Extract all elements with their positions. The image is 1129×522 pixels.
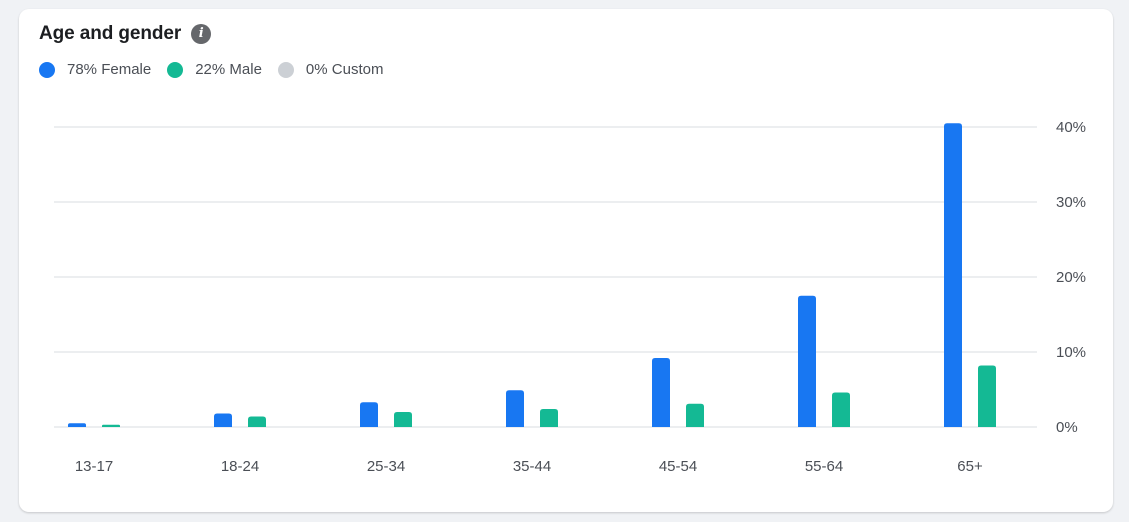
bar-chart: 0% 10% 20% 30% 40% 13-17 18-24 25-34 35-44 45-54 5… [54, 119, 1086, 475]
bar-male [394, 412, 412, 427]
bar-female [798, 295, 816, 427]
age-gender-card: Age and gender i 78% Female 22% Male 0% … [19, 9, 1113, 512]
x-tick-label: 18-24 [221, 458, 259, 475]
x-tick-label: 25-34 [367, 458, 405, 475]
y-tick-label: 20% [1056, 269, 1086, 286]
bar-male [540, 409, 558, 427]
bar-male [686, 403, 704, 427]
x-tick-label: 13-17 [75, 458, 113, 475]
bar-male [248, 416, 266, 427]
y-tick-label: 10% [1056, 344, 1086, 361]
bar-female [506, 390, 524, 427]
bar-female [214, 413, 232, 427]
bar-male [832, 392, 850, 427]
x-tick-label: 65+ [957, 458, 983, 475]
y-tick-label: 0% [1056, 419, 1078, 436]
bar-male [102, 424, 120, 427]
x-tick-label: 35-44 [513, 458, 551, 475]
bar-female [944, 123, 962, 427]
x-tick-label: 55-64 [805, 458, 843, 475]
bar-female [68, 423, 86, 427]
x-tick-label: 45-54 [659, 458, 697, 475]
bar-female [652, 358, 670, 427]
y-tick-label: 30% [1056, 194, 1086, 211]
bar-male [978, 365, 996, 427]
bar-female [360, 402, 378, 427]
y-tick-label: 40% [1056, 119, 1086, 136]
